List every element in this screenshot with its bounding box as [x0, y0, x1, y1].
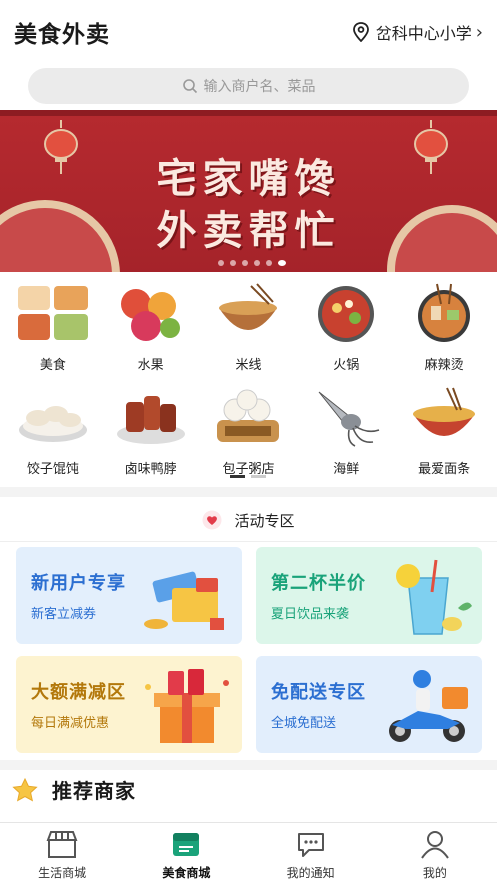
category-rice-noodle[interactable]: 米线 [203, 278, 293, 382]
pagination-dot[interactable] [230, 260, 236, 266]
tab-notifications[interactable]: 我的通知 [249, 823, 373, 883]
delivery-scooter-icon [389, 670, 468, 742]
section-divider [0, 760, 497, 770]
section-divider [0, 487, 497, 497]
category-malatang[interactable]: 麻辣烫 [399, 278, 489, 382]
category-label: 海鲜 [333, 462, 360, 477]
chevron-right-icon: › [475, 21, 483, 43]
page-title: 美食外卖 [14, 22, 110, 48]
search-input[interactable]: 输入商户名、菜品 [28, 68, 469, 104]
category-hotpot[interactable]: 火锅 [301, 278, 391, 382]
food-icon [16, 280, 90, 346]
category-label: 最爱面条 [418, 462, 471, 477]
malatang-icon [407, 280, 481, 346]
tab-label: 生活商城 [38, 866, 87, 880]
rice-noodle-icon [211, 280, 285, 346]
tab-food-mall[interactable]: 美食商城 [124, 823, 248, 883]
location-name: 岔科中心小学 [375, 24, 472, 43]
category-dumpling[interactable]: 饺子馄饨 [8, 382, 98, 486]
dumpling-icon [16, 384, 90, 450]
promo-banner[interactable]: 宅家嘴馋 外卖帮忙 [0, 110, 497, 272]
heart-icon [202, 510, 222, 530]
category-label: 美食 [39, 358, 66, 373]
tab-label: 我的 [422, 866, 447, 880]
top-header: 美食外卖 岔科中心小学 › [0, 0, 497, 64]
category-row: 美食 水果 米线 火锅 麻辣烫 [0, 278, 497, 382]
category-row: 饺子馄饨 卤味鸭脖 包子粥店 海鲜 最爱面条 [0, 382, 497, 486]
promo-card-half-price-drink[interactable]: 第二杯半价 夏日饮品来袭 [256, 547, 482, 644]
category-label: 米线 [235, 358, 262, 373]
bun-icon [211, 384, 285, 450]
activity-section-header: 活动专区 [0, 500, 497, 540]
banner-pagination [218, 260, 286, 266]
food-mall-icon [173, 833, 200, 856]
tab-life-mall[interactable]: 生活商城 [0, 823, 124, 883]
banner-subheadline: 外卖帮忙 [156, 208, 341, 254]
pagination-dot[interactable] [278, 260, 286, 266]
coupon-icon [144, 571, 224, 630]
category-duck-neck[interactable]: 卤味鸭脖 [106, 382, 196, 486]
category-grid: 美食 水果 米线 火锅 麻辣烫 饺子馄饨 卤味鸭脖 包子粥店 海鲜 最爱面条 [0, 278, 497, 486]
tab-label: 美食商城 [162, 866, 211, 880]
category-food[interactable]: 美食 [8, 278, 98, 382]
category-label: 饺子馄饨 [26, 462, 79, 477]
promo-card-big-discount[interactable]: 大额满减区 每日满减优惠 [16, 656, 242, 753]
category-label: 水果 [137, 358, 164, 373]
location-pin-icon [352, 22, 369, 42]
banner-headline: 宅家嘴馋 [156, 156, 341, 202]
drink-icon [396, 559, 472, 635]
user-icon [421, 831, 449, 859]
category-label: 麻辣烫 [424, 358, 464, 373]
hotpot-icon [309, 280, 383, 346]
promo-card-new-user[interactable]: 新用户专享 新客立减券 [16, 547, 242, 644]
pagination-dot[interactable] [266, 260, 272, 266]
category-bun[interactable]: 包子粥店 [203, 382, 293, 486]
promo-card-free-delivery[interactable]: 免配送专区 全城免配送 [256, 656, 482, 753]
category-fruit[interactable]: 水果 [106, 278, 196, 382]
recommend-section-header: 推荐商家 [12, 775, 136, 804]
gift-box-icon [145, 669, 229, 743]
search-placeholder: 输入商户名、菜品 [203, 79, 316, 95]
location-selector[interactable]: 岔科中心小学 › [352, 20, 483, 44]
category-label: 卤味鸭脖 [124, 462, 177, 477]
star-icon [12, 777, 38, 801]
duck-neck-icon [114, 384, 188, 450]
store-icon [46, 831, 78, 858]
category-page-indicator [230, 475, 266, 478]
search-icon [182, 79, 197, 94]
fruit-icon [114, 280, 188, 346]
activity-title: 活动专区 [234, 511, 295, 530]
tab-label: 我的通知 [286, 866, 335, 880]
bottom-tab-bar: 生活商城 美食商城 我的通知 我的 [0, 822, 497, 883]
noodle-icon [407, 384, 481, 450]
seafood-icon [309, 384, 383, 450]
tab-mine[interactable]: 我的 [373, 823, 497, 883]
pagination-dot[interactable] [254, 260, 260, 266]
pagination-dot[interactable] [218, 260, 224, 266]
recommend-title: 推荐商家 [52, 779, 136, 803]
message-icon [297, 833, 324, 857]
category-label: 火锅 [333, 358, 360, 373]
category-noodle[interactable]: 最爱面条 [399, 382, 489, 486]
pagination-dot[interactable] [242, 260, 248, 266]
category-seafood[interactable]: 海鲜 [301, 382, 391, 486]
